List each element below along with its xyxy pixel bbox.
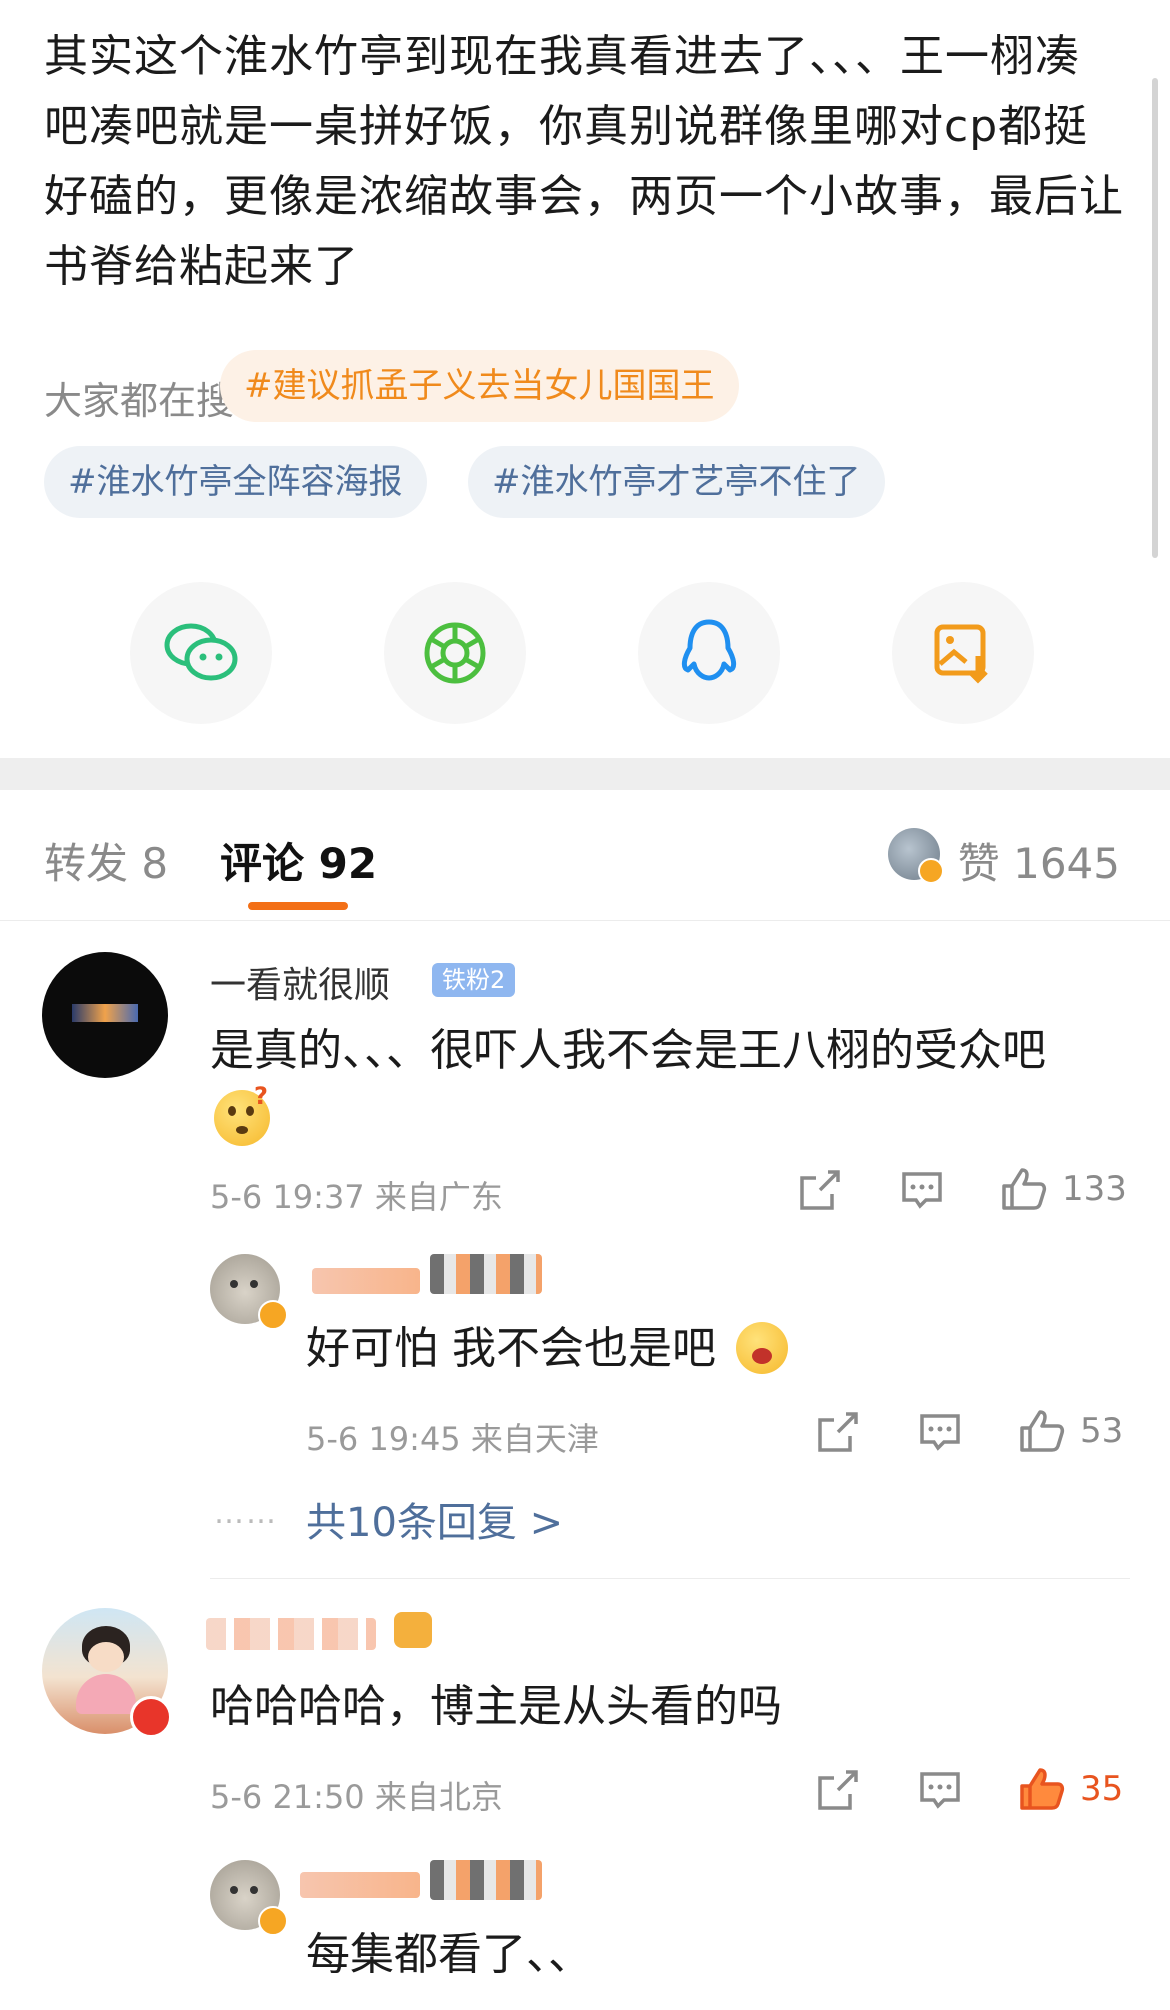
reply-comment-button[interactable] — [918, 1768, 962, 1812]
comment-icon — [920, 1414, 960, 1451]
section-divider — [0, 758, 1170, 790]
avatar-image — [72, 1004, 138, 1022]
trending-chip-hot[interactable]: #建议抓孟子义去当女儿国国王 — [220, 350, 739, 422]
comment-text: 哈哈哈哈，博主是从头看的吗 — [210, 1681, 782, 1732]
reply-comment-button[interactable] — [900, 1168, 944, 1212]
comment-author-name[interactable]: 一看就很顺 — [210, 956, 390, 1008]
reply-time: 5-6 19:45 来自天津 — [306, 1420, 599, 1458]
comment-icon — [920, 1772, 960, 1809]
avatar-eye — [250, 1280, 258, 1288]
repost-comment-button[interactable] — [816, 1410, 860, 1454]
verified-badge-icon — [258, 1906, 288, 1936]
verified-badge-icon — [258, 1300, 288, 1330]
emoji-eye — [228, 1106, 236, 1116]
save-image-icon — [934, 624, 988, 684]
emoji-mouth — [752, 1348, 772, 1364]
share-icon — [818, 1412, 858, 1452]
verified-red-badge-icon — [130, 1696, 172, 1738]
like-comment-button[interactable]: 133 — [1000, 1166, 1127, 1212]
crying-emoji-icon — [736, 1322, 788, 1374]
qq-icon — [681, 619, 737, 681]
post-tabs: 转发 8 评论 92 赞 1645 — [0, 790, 1170, 921]
member-badge-icon — [394, 1612, 432, 1648]
tab-likes[interactable]: 赞 1645 — [958, 830, 1120, 891]
thumbs-up-filled-icon — [1020, 1768, 1065, 1810]
avatar-body — [76, 1674, 136, 1714]
reply-text: 好可怕 我不会也是吧 — [306, 1323, 716, 1374]
share-wechat-button[interactable] — [130, 582, 272, 724]
avatar-eye — [250, 1886, 258, 1894]
share-icon — [800, 1170, 840, 1210]
tab-comment[interactable]: 评论 92 — [220, 830, 377, 891]
liker-avatar[interactable] — [888, 828, 944, 884]
more-replies-link[interactable]: 共10条回复 > — [306, 1490, 563, 1548]
like-comment-button[interactable]: 53 — [1018, 1408, 1123, 1454]
repost-comment-button[interactable] — [798, 1168, 842, 1212]
trending-chip-topic[interactable]: #淮水竹亭才艺亭不住了 — [468, 446, 885, 518]
trending-search-label: 大家都在搜 — [44, 379, 235, 423]
share-icon — [818, 1770, 858, 1810]
moments-icon — [424, 622, 486, 684]
repost-comment-button[interactable] — [816, 1768, 860, 1812]
question-mark-icon: ? — [254, 1082, 268, 1110]
avatar-face — [88, 1642, 124, 1672]
scrollbar[interactable] — [1152, 78, 1158, 558]
comment-text: 是真的、、、很吓人我不会是王八栩的受众吧 — [210, 1025, 1046, 1076]
like-count: 133 — [1062, 1169, 1127, 1209]
avatar-eye — [230, 1280, 238, 1288]
redacted-username — [300, 1872, 420, 1898]
redacted-badge — [430, 1860, 542, 1900]
post-text: 其实这个淮水竹亭到现在我真看进去了、、、王一栩凑吧凑吧就是一桌拼好饭，你真别说群… — [44, 31, 1124, 292]
thread-dots: …… — [214, 1496, 278, 1531]
comment-icon — [902, 1172, 942, 1209]
avatar[interactable] — [42, 952, 168, 1078]
like-comment-button[interactable]: 35 — [1018, 1766, 1123, 1812]
redacted-badge — [430, 1254, 542, 1294]
emoji-eye — [246, 1106, 254, 1116]
tab-repost[interactable]: 转发 8 — [44, 830, 168, 891]
puzzled-emoji-icon: ? — [214, 1082, 270, 1146]
comment-separator — [210, 1578, 1130, 1579]
like-count: 53 — [1080, 1411, 1124, 1451]
redacted-username — [206, 1618, 376, 1650]
thumbs-up-icon — [1002, 1168, 1047, 1210]
avatar-eye — [230, 1886, 238, 1894]
comment-time: 5-6 19:37 来自广东 — [210, 1178, 503, 1216]
redacted-username — [312, 1268, 420, 1294]
fan-badge: 铁粉2 — [432, 963, 516, 997]
emoji-mouth — [236, 1126, 248, 1134]
verified-badge-icon — [918, 858, 944, 884]
like-count: 35 — [1080, 1769, 1124, 1809]
reply-text: 每集都看了、、 — [306, 1929, 592, 1980]
trending-chip-topic[interactable]: #淮水竹亭全阵容海报 — [44, 446, 427, 518]
comment-time: 5-6 21:50 来自北京 — [210, 1778, 503, 1816]
tab-active-indicator — [248, 902, 348, 910]
wechat-icon — [164, 623, 238, 681]
share-moments-button[interactable] — [384, 582, 526, 724]
share-save-image-button[interactable] — [892, 582, 1034, 724]
thumbs-up-icon — [1020, 1410, 1065, 1452]
reply-comment-button[interactable] — [918, 1410, 962, 1454]
share-qq-button[interactable] — [638, 582, 780, 724]
